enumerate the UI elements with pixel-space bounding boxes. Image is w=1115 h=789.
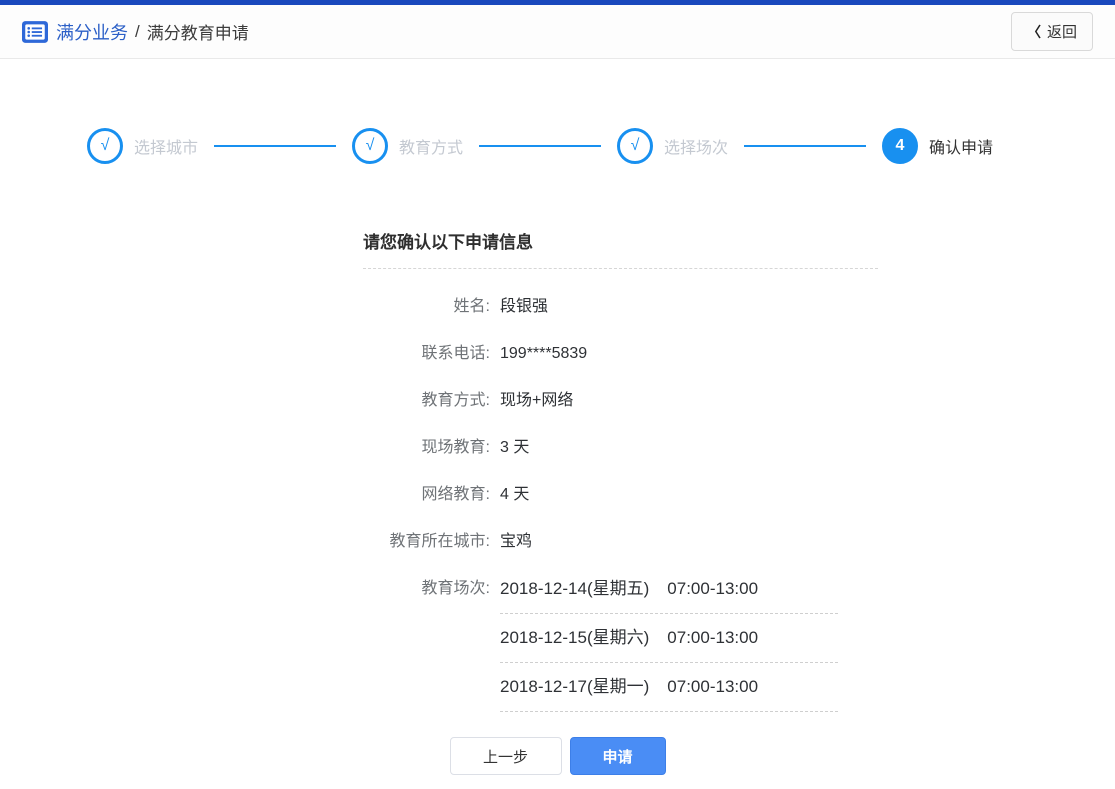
session-date: 2018-12-17(星期一) [500, 677, 650, 696]
session-date: 2018-12-14(星期五) [500, 579, 650, 598]
field-onsite-days-label: 现场教育: [421, 439, 490, 456]
step-2-check-icon: √ [352, 128, 388, 164]
field-phone-value: 199****5839 [500, 345, 588, 362]
action-buttons: 上一步 申请 [0, 737, 1115, 775]
confirmation-title: 请您确认以下申请信息 [363, 228, 878, 269]
step-2-label: 教育方式 [399, 140, 464, 157]
session-date: 2018-12-15(星期六) [500, 628, 650, 647]
confirmation-panel: 请您确认以下申请信息 姓名: 段银强 联系电话: 199****5839 教育方… [363, 228, 878, 712]
apply-button[interactable]: 申请 [569, 737, 666, 775]
field-online-days-value: 4 天 [500, 486, 530, 503]
field-online-days-label: 网络教育: [421, 486, 490, 503]
field-onsite-days-value: 3 天 [500, 439, 530, 456]
session-time: 07:00-13:00 [667, 677, 759, 696]
step-4-label: 确认申请 [929, 140, 994, 157]
step-3-label: 选择场次 [664, 140, 729, 157]
step-connector [214, 145, 336, 147]
back-button-label: 返回 [1046, 24, 1077, 41]
field-city-label: 教育所在城市: [389, 533, 490, 550]
field-education-method-value: 现场+网络 [500, 392, 574, 409]
step-education-method: √ 教育方式 [352, 128, 463, 164]
field-onsite-days: 现场教育: 3 天 [363, 437, 878, 459]
step-connector [479, 145, 601, 147]
session-row: 2018-12-17(星期一) 07:00-13:00 [500, 676, 838, 712]
step-1-check-icon: √ [87, 128, 123, 164]
chevron-left-icon: 〈 [1026, 23, 1041, 40]
wizard-stepper: √ 选择城市 √ 教育方式 √ 选择场次 4 确认申请 [87, 128, 993, 164]
step-select-session: √ 选择场次 [617, 128, 728, 164]
step-select-city: √ 选择城市 [87, 128, 198, 164]
field-education-method: 教育方式: 现场+网络 [363, 390, 878, 412]
breadcrumb-separator: / [135, 21, 140, 41]
step-1-label: 选择城市 [134, 140, 199, 157]
session-time: 07:00-13:00 [667, 579, 759, 598]
field-name: 姓名: 段银强 [363, 296, 878, 318]
sessions-list: 2018-12-14(星期五) 07:00-13:00 2018-12-15(星… [500, 578, 838, 712]
field-sessions: 教育场次: 2018-12-14(星期五) 07:00-13:00 2018-1… [363, 578, 878, 712]
session-time: 07:00-13:00 [667, 628, 759, 647]
list-form-icon [22, 20, 48, 43]
step-3-check-icon: √ [617, 128, 653, 164]
field-city: 教育所在城市: 宝鸡 [363, 531, 878, 553]
step-connector [744, 145, 866, 147]
field-online-days: 网络教育: 4 天 [363, 484, 878, 506]
breadcrumb-section-label[interactable]: 满分业务 [56, 19, 128, 45]
confirmation-fields: 姓名: 段银强 联系电话: 199****5839 教育方式: 现场+网络 现场… [363, 296, 878, 712]
session-row: 2018-12-15(星期六) 07:00-13:00 [500, 627, 838, 663]
session-row: 2018-12-14(星期五) 07:00-13:00 [500, 578, 838, 614]
field-phone-label: 联系电话: [421, 345, 490, 362]
field-sessions-label: 教育场次: [421, 580, 490, 597]
breadcrumb-root[interactable]: 满分业务 [22, 19, 128, 45]
field-education-method-label: 教育方式: [421, 392, 490, 409]
field-city-value: 宝鸡 [500, 533, 533, 550]
field-name-label: 姓名: [453, 298, 490, 315]
field-name-value: 段银强 [500, 298, 549, 315]
previous-step-button[interactable]: 上一步 [449, 737, 562, 775]
breadcrumb-current-page: 满分教育申请 [146, 24, 249, 43]
step-confirm-application: 4 确认申请 [882, 128, 993, 164]
step-4-number-badge: 4 [882, 128, 918, 164]
back-button[interactable]: 〈 返回 [1010, 12, 1093, 51]
field-phone: 联系电话: 199****5839 [363, 343, 878, 365]
header: 满分业务 / 满分教育申请 〈 返回 [0, 5, 1115, 59]
